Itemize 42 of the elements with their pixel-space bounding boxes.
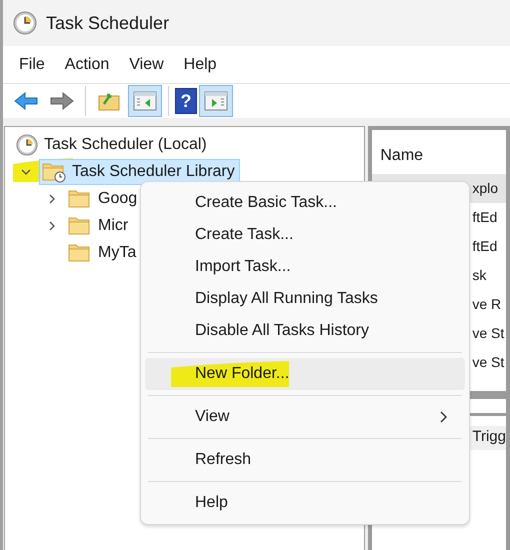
tree-label: Micr [98,216,128,236]
menu-option[interactable]: Disable All Tasks History [145,315,465,347]
tree-root-item[interactable]: Task Scheduler (Local) [13,132,212,158]
submenu-chevron-icon [439,410,449,424]
menu-item[interactable]: File [11,52,53,76]
show-tree-button[interactable] [128,85,162,117]
tree-label: Goog [98,188,138,208]
menu-option[interactable]: New Folder... [145,358,465,390]
menu-option[interactable]: Create Task... [145,219,465,251]
menu-option[interactable]: Refresh [145,444,465,476]
menu-option[interactable]: View [145,401,465,433]
menu-option[interactable]: Create Basic Task... [145,187,465,219]
menu-item[interactable]: Help [176,52,225,76]
show-action-pane-button[interactable] [199,85,233,117]
menu-item[interactable]: View [121,52,172,76]
folder-icon [68,214,92,236]
collapse-chevron-icon[interactable] [21,166,31,176]
forward-arrow-icon[interactable] [50,91,74,111]
tree-item[interactable]: Task Scheduler Library [39,158,240,184]
tree-label: Task Scheduler Library [72,162,235,182]
back-arrow-icon[interactable] [14,91,38,111]
menu-option[interactable]: Import Task... [145,251,465,283]
menu-option[interactable]: Display All Running Tasks [145,283,465,315]
tree-item[interactable]: Goog [65,186,142,212]
folder-icon [68,242,92,264]
folder-clock-icon [42,160,66,182]
tree-label: Task Scheduler (Local) [44,134,207,154]
clock-icon [16,134,38,156]
column-header[interactable]: Name [372,130,506,174]
tree-item[interactable]: Micr [65,212,134,238]
folder-icon [68,188,92,210]
show-tree-icon [133,90,157,112]
menu-item[interactable]: Action [56,52,118,76]
help-button[interactable]: ? [175,88,197,114]
expand-chevron-icon[interactable] [47,220,57,230]
tree-label: MyTa [98,242,136,262]
tree-item[interactable]: MyTa [65,240,142,266]
app-clock-icon [13,11,37,35]
menu-option[interactable]: Help [145,487,465,519]
show-action-pane-icon [204,90,228,112]
expand-chevron-icon[interactable] [47,194,57,204]
window-title: Task Scheduler [46,12,170,34]
